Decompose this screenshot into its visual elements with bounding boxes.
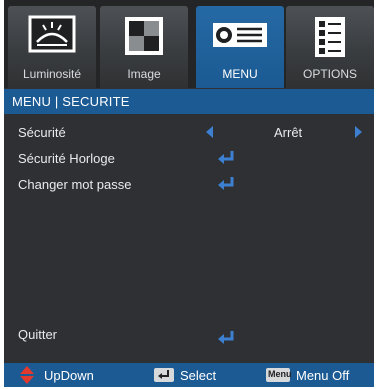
updown-arrows-icon — [20, 366, 34, 389]
enter-key-icon — [154, 368, 174, 382]
menu-row-label: Sécurité Horloge — [18, 151, 115, 166]
image-icon — [122, 14, 166, 63]
menu-row-label: Changer mot passe — [18, 177, 132, 192]
menu-key-icon: Menu — [266, 368, 292, 382]
menu-title: MENU | SECURITE — [12, 94, 130, 109]
projector-icon — [211, 20, 269, 55]
options-icon — [312, 14, 348, 65]
menu-row-label: Sécurité — [18, 125, 66, 140]
securite-value: Arrêt — [274, 125, 303, 140]
tab-options[interactable]: OPTIONS — [286, 6, 374, 88]
tab-label: Luminosité — [22, 67, 82, 81]
menu-off-hint: Menu Off — [296, 368, 350, 383]
quit-label: Quitter — [18, 327, 58, 342]
arrow-right-icon[interactable] — [355, 126, 362, 138]
tab-image[interactable]: Image — [100, 6, 188, 88]
footer-hint-bar: UpDown Select Menu Menu Off — [4, 363, 374, 387]
updown-hint: UpDown — [44, 368, 94, 383]
tab-bar: Luminosité Image MENU OPTIONS — [4, 0, 374, 88]
enter-icon[interactable] — [216, 150, 236, 171]
enter-icon[interactable] — [216, 330, 236, 351]
tab-menu[interactable]: MENU — [196, 6, 284, 88]
enter-icon[interactable] — [216, 176, 236, 197]
brightness-icon — [27, 14, 77, 61]
tab-luminosite[interactable]: Luminosité — [8, 6, 96, 88]
menu-title-bar: MENU | SECURITE — [4, 89, 374, 114]
tab-label: Image — [127, 67, 161, 81]
arrow-left-icon[interactable] — [206, 126, 213, 138]
tab-label: MENU — [222, 67, 258, 81]
tab-label: OPTIONS — [302, 67, 357, 81]
select-hint: Select — [180, 368, 217, 383]
menu-key-label: Menu — [268, 369, 292, 379]
osd-menu-panel: Luminosité Image MENU OPTIONS MENU | SEC… — [4, 0, 374, 387]
